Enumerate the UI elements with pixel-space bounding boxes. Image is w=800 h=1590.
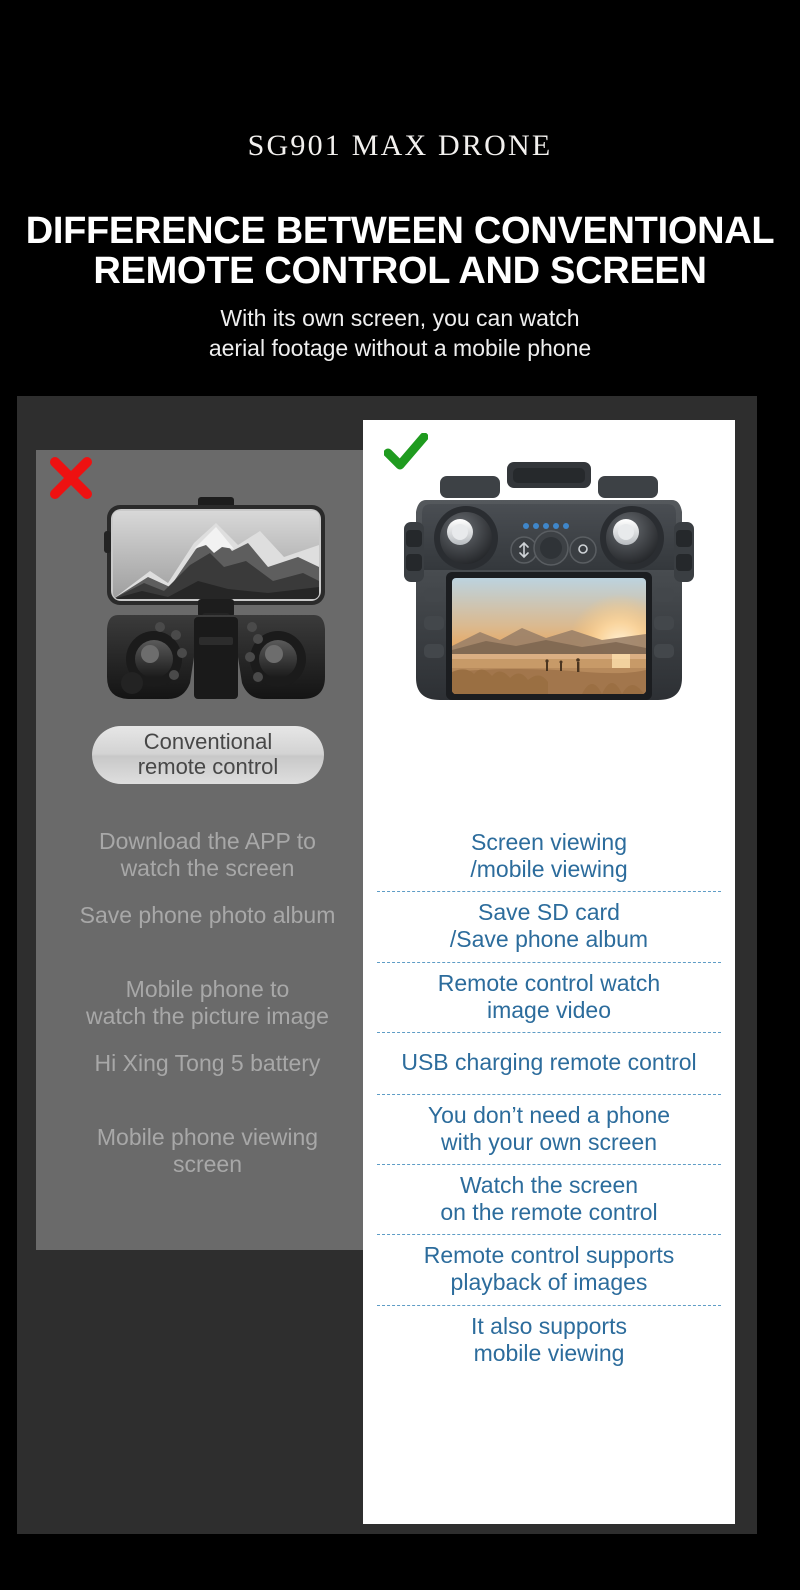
list-item: Screen viewing /mobile viewing xyxy=(377,822,721,893)
list-item: Mobile phone viewing screen xyxy=(40,1124,375,1198)
feature-line-2: image video xyxy=(486,996,612,1023)
list-item: Download the APP to watch the screen xyxy=(40,828,375,902)
subheadline-line-1: With its own screen, you can watch xyxy=(220,305,580,331)
conventional-feature-list: Download the APP to watch the screen Sav… xyxy=(40,828,375,1198)
list-item: USB charging remote control xyxy=(377,1033,721,1095)
feature-line-1: USB charging remote control xyxy=(401,1049,697,1076)
phone-gamepad-illustration xyxy=(98,487,334,707)
screen-remote-feature-list: Screen viewing /mobile viewing Save SD c… xyxy=(377,822,721,1375)
feature-line-1: Screen viewing xyxy=(471,829,627,855)
feature-line-2: screen xyxy=(172,1151,243,1178)
feature-line-2: mobile viewing xyxy=(473,1339,625,1366)
feature-line-1: Remote control supports xyxy=(423,1242,675,1269)
feature-line-1: You don’t need a phone xyxy=(427,1101,671,1128)
list-item: Save SD card /Save phone album xyxy=(377,892,721,963)
conventional-pill-line-2: remote control xyxy=(137,754,279,779)
list-item: Watch the screen on the remote control xyxy=(377,1165,721,1236)
feature-line-1: Hi Xing Tong 5 battery xyxy=(94,1050,321,1076)
feature-line-2: on the remote control xyxy=(440,1199,658,1226)
page-headline: DIFFERENCE BETWEEN CONVENTIONAL REMOTE C… xyxy=(0,212,800,290)
feature-line-2: playback of images xyxy=(450,1269,648,1296)
check-mark-icon xyxy=(383,432,429,473)
feature-line-1: Download the APP to xyxy=(99,828,316,854)
feature-line-1: Save phone photo album xyxy=(79,902,336,928)
feature-line-1: Remote control watch xyxy=(437,969,661,996)
page-subheadline: With its own screen, you can watch aeria… xyxy=(0,303,800,364)
feature-line-1: Watch the screen xyxy=(459,1172,639,1198)
list-item: Hi Xing Tong 5 battery xyxy=(40,1050,375,1124)
feature-line-1: Save SD card xyxy=(478,899,620,926)
list-item: Remote control supports playback of imag… xyxy=(377,1235,721,1306)
headline-line-2: REMOTE CONTROL AND SCREEN xyxy=(93,250,707,292)
headline-line-1: DIFFERENCE BETWEEN CONVENTIONAL xyxy=(25,210,775,252)
feature-line-2: watch the screen xyxy=(120,855,295,882)
feature-line-2: watch the picture image xyxy=(86,1003,329,1030)
list-item: It also supports mobile viewing xyxy=(377,1306,721,1375)
cross-mark-icon xyxy=(48,455,94,501)
screen-remote-illustration xyxy=(396,460,702,710)
feature-line-2: with your own screen xyxy=(440,1128,658,1155)
feature-line-1: Mobile phone to xyxy=(125,976,290,1002)
feature-line-1: Mobile phone viewing xyxy=(96,1124,319,1150)
feature-line-2: /mobile viewing xyxy=(470,856,628,883)
brand-title: SG901 MAX DRONE xyxy=(247,129,553,162)
list-item: You don’t need a phone with your own scr… xyxy=(377,1095,721,1165)
list-item: Remote control watch image video xyxy=(377,963,721,1033)
list-item: Save phone photo album xyxy=(40,902,375,976)
subheadline-line-2: aerial footage without a mobile phone xyxy=(208,335,592,362)
conventional-pill-line-1: Conventional xyxy=(143,729,273,755)
feature-line-1: It also supports xyxy=(471,1312,627,1339)
feature-line-2: /Save phone album xyxy=(449,926,649,953)
list-item: Mobile phone to watch the picture image xyxy=(40,976,375,1050)
conventional-remote-label-pill: Conventional remote control xyxy=(92,726,324,784)
